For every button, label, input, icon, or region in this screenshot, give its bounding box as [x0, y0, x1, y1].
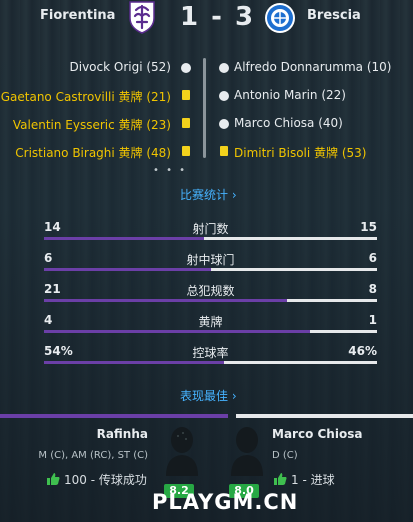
away-top-player-bar [236, 414, 413, 418]
stat-row-yellow-cards: 4 黄牌 1 [44, 313, 377, 335]
stat-away-value: 8 [368, 282, 377, 296]
match-header: Fiorentina 1 - 3 Brescia [0, 0, 413, 40]
home-event-yellow[interactable]: Cristiano Biraghi 黄牌 (48) [15, 144, 171, 161]
stat-row-shots: 14 射门数 15 [44, 220, 377, 242]
home-top-player-bar [0, 414, 228, 418]
brescia-badge-icon[interactable] [262, 2, 298, 34]
home-top-player-positions: M (C), AM (RC), ST (C) [38, 450, 148, 461]
stat-label: 射门数 [192, 222, 229, 236]
home-top-player-name[interactable]: Rafinha [97, 427, 148, 441]
stat-label: 黄牌 [198, 315, 223, 329]
yellow-card-icon [182, 90, 190, 100]
yellow-card-icon [220, 146, 228, 156]
stat-bar [44, 237, 377, 240]
goal-ball-icon [219, 63, 229, 73]
stat-label: 控球率 [192, 346, 229, 360]
home-event-goal[interactable]: Divock Origi (52) [70, 60, 172, 74]
stat-away-value: 1 [368, 313, 377, 327]
stat-away-value: 15 [360, 220, 377, 234]
match-stats-link[interactable]: 比赛统计 › [180, 186, 237, 203]
yellow-card-icon [182, 118, 190, 128]
stat-bar-home-fill [44, 330, 311, 333]
top-performers-link[interactable]: 表现最佳 › [180, 387, 237, 404]
away-event-yellow[interactable]: Dimitri Bisoli 黄牌 (53) [234, 144, 366, 161]
match-score: 1 - 3 [180, 2, 256, 32]
stat-label: 射中球门 [186, 253, 235, 267]
stat-away-value: 6 [368, 251, 377, 265]
away-event-goal[interactable]: Marco Chiosa (40) [234, 116, 343, 130]
stat-row-fouls: 21 总犯规数 8 [44, 282, 377, 304]
goal-ball-icon [181, 63, 191, 73]
goal-ball-icon [219, 119, 229, 129]
stat-bar-home-fill [44, 268, 211, 271]
stat-row-possession: 54% 控球率 46% [44, 344, 377, 366]
stat-away-value: 46% [348, 344, 377, 358]
goal-ball-icon [219, 91, 229, 101]
home-top-player-stat: 100 - 传球成功 [64, 473, 147, 487]
stat-bar-home-fill [44, 299, 288, 302]
away-top-player-positions: D (C) [272, 450, 298, 461]
home-team-name[interactable]: Fiorentina [40, 8, 115, 23]
away-top-player-name[interactable]: Marco Chiosa [272, 427, 362, 441]
away-team-name[interactable]: Brescia [307, 8, 361, 23]
yellow-card-icon [182, 146, 190, 156]
events-divider [203, 58, 206, 158]
watermark: PLAYGM.CN [152, 490, 299, 514]
away-event-goal[interactable]: Antonio Marin (22) [234, 88, 346, 102]
stat-bar [44, 361, 377, 364]
fiorentina-badge-icon[interactable] [127, 0, 157, 34]
home-event-yellow[interactable]: Valentin Eysseric 黄牌 (23) [13, 116, 171, 133]
stat-bar [44, 330, 377, 333]
more-events-dots[interactable]: • • • [153, 165, 187, 176]
player-silhouette-icon [231, 427, 263, 476]
away-top-player-stat: 1 - 进球 [291, 473, 335, 487]
stat-label: 总犯规数 [186, 284, 235, 298]
home-event-yellow[interactable]: Gaetano Castrovilli 黄牌 (21) [1, 88, 171, 105]
player-silhouette-icon [166, 427, 198, 476]
stat-bar-home-fill [44, 361, 224, 364]
thumbs-up-icon [274, 473, 287, 485]
stat-bar-home-fill [44, 237, 204, 240]
thumbs-up-icon [47, 473, 60, 485]
stat-bar [44, 268, 377, 271]
away-event-goal[interactable]: Alfredo Donnarumma (10) [234, 60, 391, 74]
stat-row-shots-on-target: 6 射中球门 6 [44, 251, 377, 273]
stat-bar [44, 299, 377, 302]
